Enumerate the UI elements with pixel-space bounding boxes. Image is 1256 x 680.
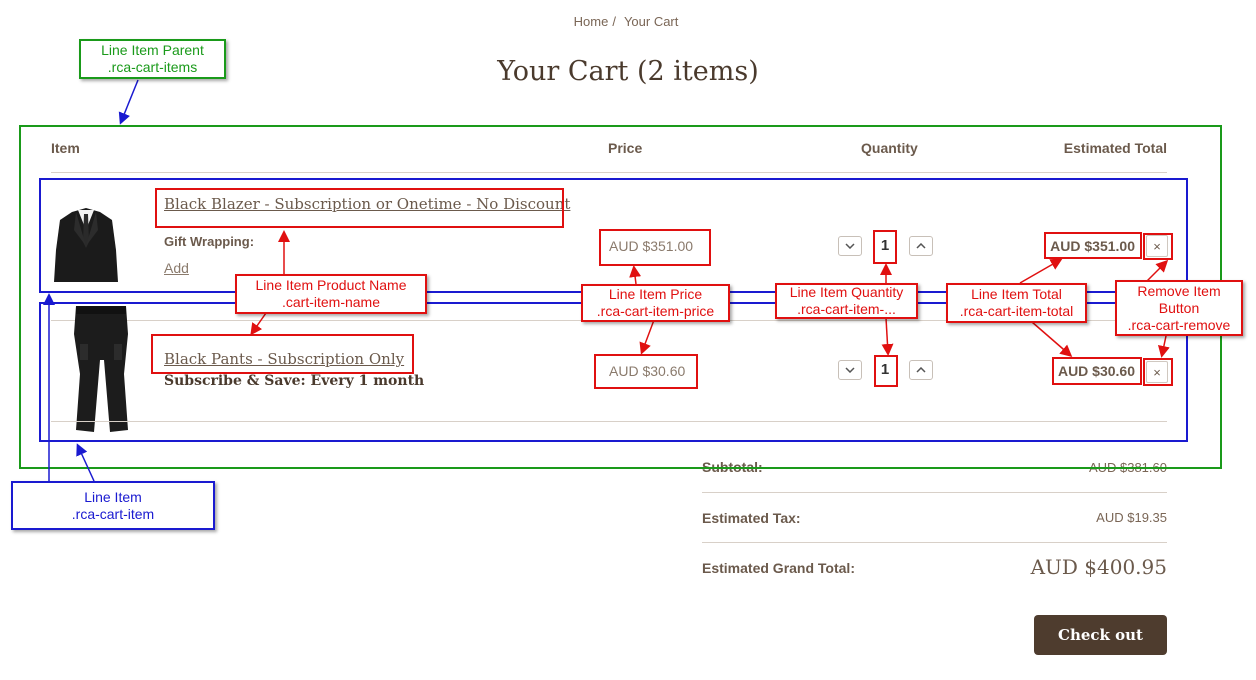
grand-total-value: AUD $400.95 [1030,555,1167,579]
annotation-price-outline [594,354,698,389]
annotation-quantity-outline [873,230,897,264]
annotation-text: Line Item Quantity [789,284,904,300]
annotation-text: Line Item Parent [101,42,204,58]
annotation-total-outline [1052,357,1142,385]
annotation-label-product-name: Line Item Product Name .cart-item-name [235,274,427,314]
tax-value: AUD $19.35 [1096,510,1167,525]
annotation-text: Line Item [84,488,142,505]
annotation-text: .rca-cart-items [107,59,198,75]
annotation-text: .rca-cart-item-total [959,303,1074,319]
annotation-label-line-item: Line Item .rca-cart-item [11,481,215,530]
annotation-name-outline [155,188,564,228]
annotation-text: .rca-cart-remove [1127,316,1231,333]
annotation-text: .rca-cart-item-price [596,303,715,319]
breadcrumb-home-link[interactable]: Home [574,14,609,29]
annotation-text: .rca-cart-item [71,505,155,522]
breadcrumb-current: Your Cart [623,14,679,29]
annotation-text: Line Item Price [608,286,703,302]
annotation-quantity-outline [874,355,898,387]
tax-label: Estimated Tax: [702,510,801,526]
annotation-text: Remove Item [1137,282,1221,299]
annotation-text: Line Item Total [971,286,1062,302]
annotation-text: Button [1158,299,1200,316]
annotation-text: .rca-cart-item-... [797,301,896,317]
grand-total-label: Estimated Grand Total: [702,560,855,576]
annotation-total-outline [1044,232,1142,259]
annotation-text: Line Item Product Name [255,277,407,293]
annotation-price-outline [599,229,711,266]
annotation-remove-outline [1143,358,1173,386]
breadcrumb-separator: / [612,14,616,29]
summary-divider [702,492,1167,493]
summary-divider [702,542,1167,543]
annotation-label-quantity: Line Item Quantity .rca-cart-item-... [775,283,918,319]
annotation-name-outline [151,334,414,374]
annotation-remove-outline [1143,233,1173,260]
annotation-label-price: Line Item Price .rca-cart-item-price [581,284,730,322]
annotation-label-remove: Remove Item Button .rca-cart-remove [1115,280,1243,336]
annotation-label-parent: Line Item Parent .rca-cart-items [79,39,226,79]
annotation-text: .cart-item-name [281,294,381,310]
annotation-label-total: Line Item Total .rca-cart-item-total [946,283,1087,323]
checkout-button[interactable]: Check out [1034,615,1167,655]
breadcrumb: Home / Your Cart [0,14,1256,29]
